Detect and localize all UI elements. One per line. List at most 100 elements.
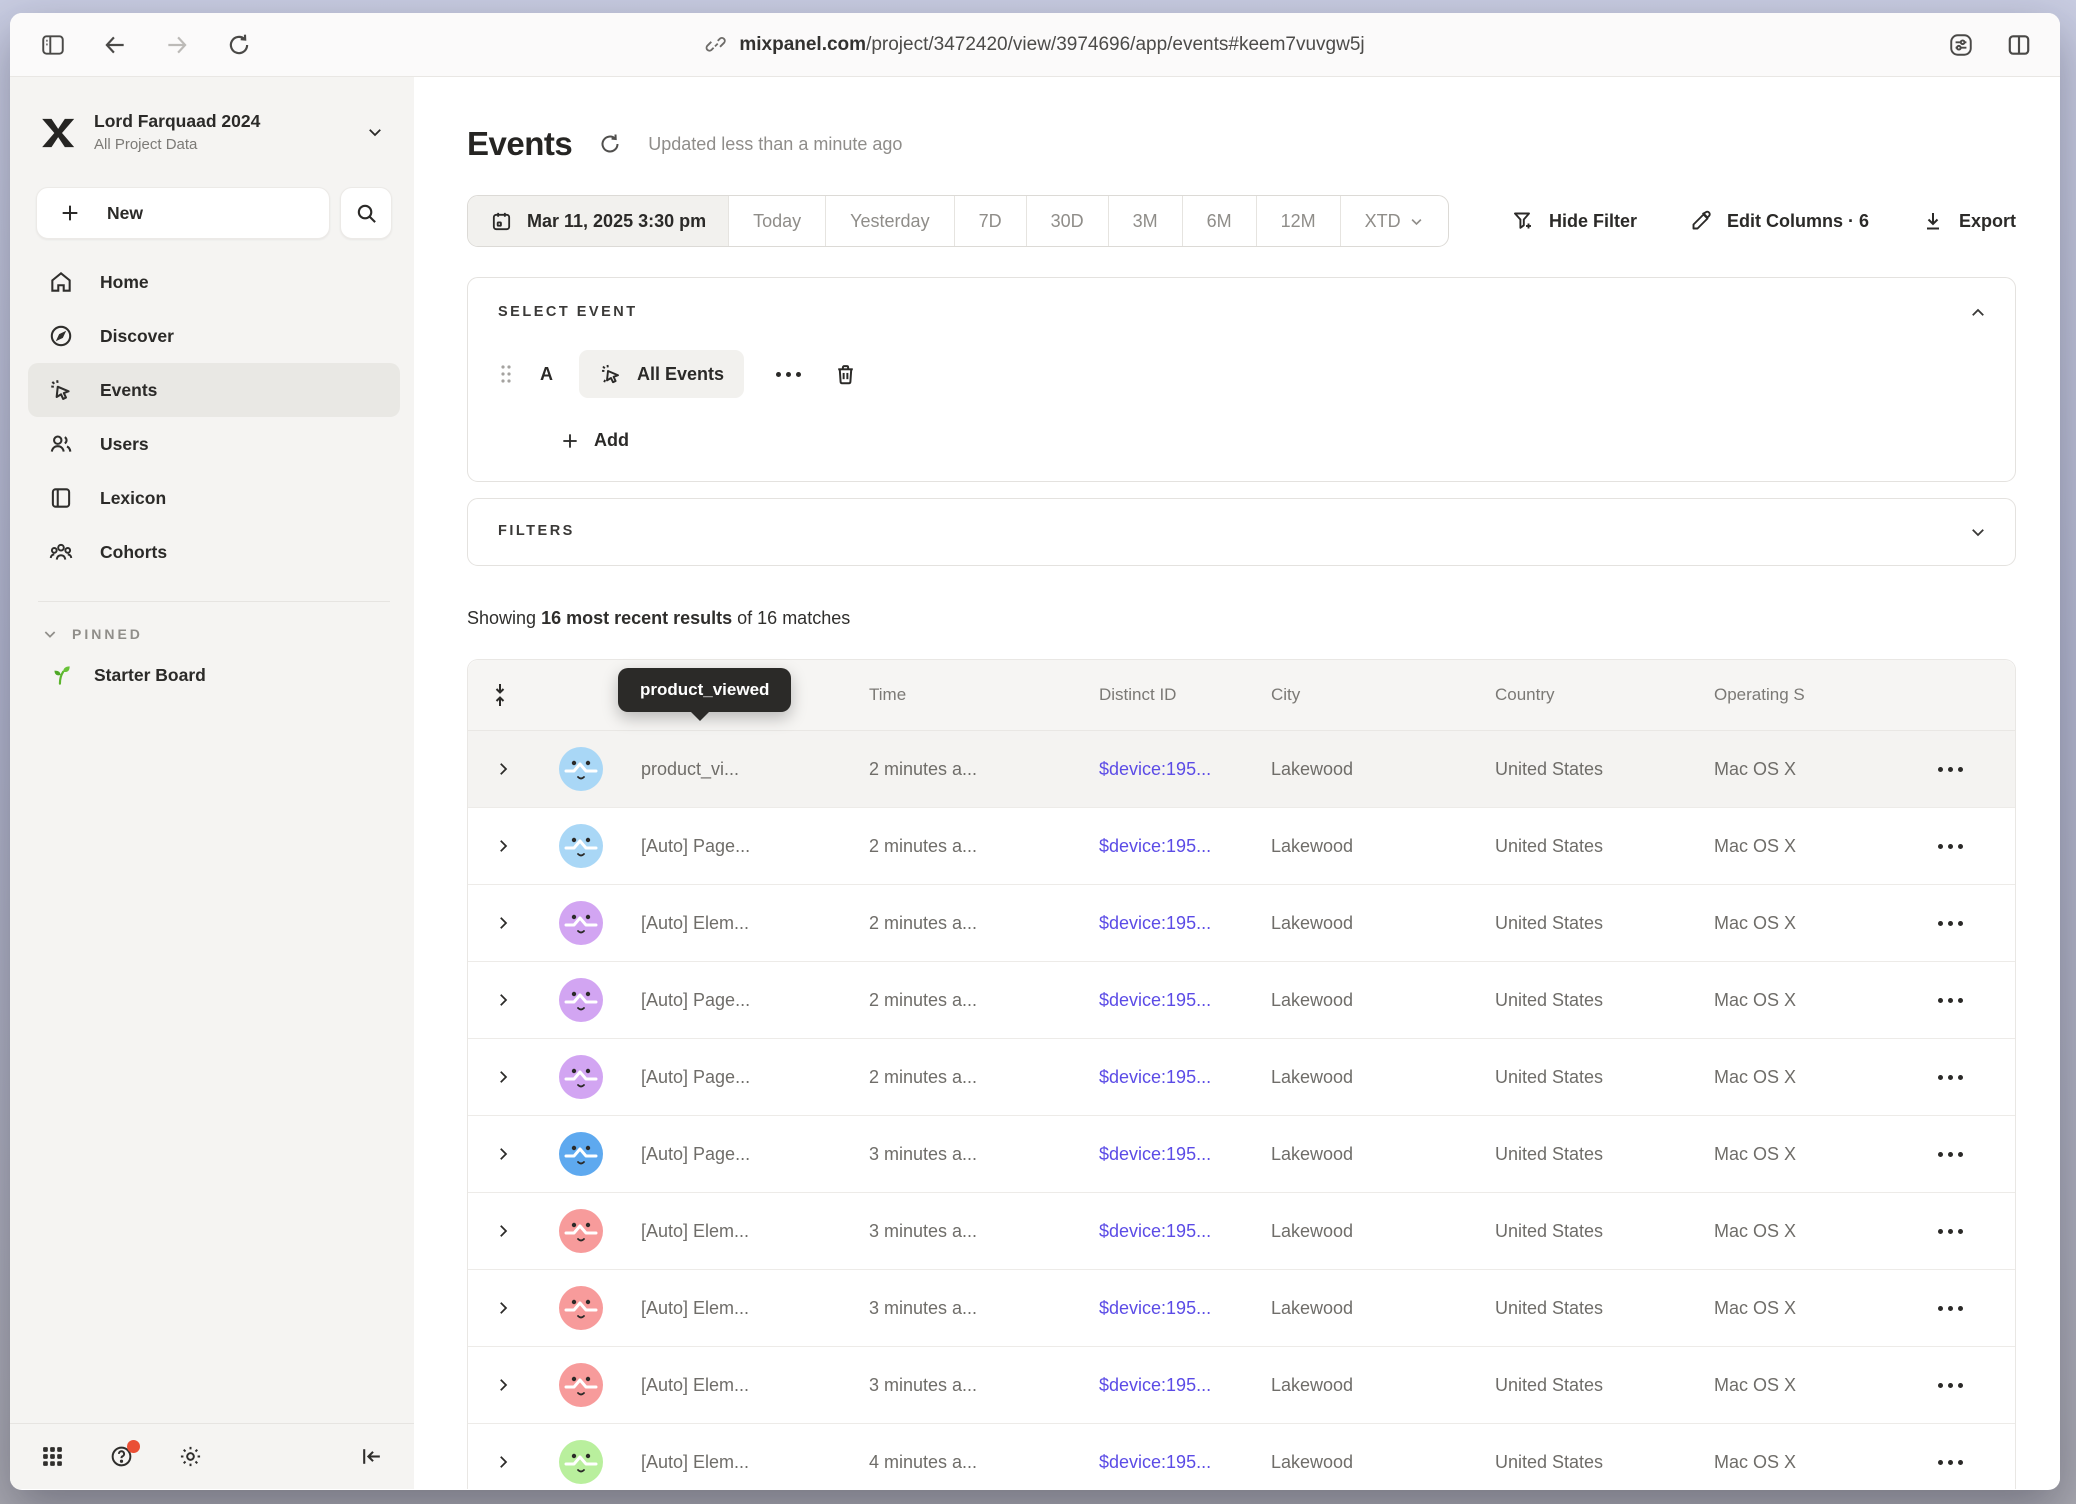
back-icon[interactable] xyxy=(102,32,128,58)
range-yesterday[interactable]: Yesterday xyxy=(825,196,953,246)
column-header-city[interactable]: City xyxy=(1271,685,1495,705)
forward-icon[interactable] xyxy=(164,32,190,58)
cell-distinct-id[interactable]: $device:195... xyxy=(1099,1375,1271,1396)
cell-distinct-id[interactable]: $device:195... xyxy=(1099,913,1271,934)
cell-distinct-id[interactable]: $device:195... xyxy=(1099,1298,1271,1319)
row-menu-icon[interactable] xyxy=(1932,1300,1969,1317)
row-menu-icon[interactable] xyxy=(1932,1069,1969,1086)
cell-distinct-id[interactable]: $device:195... xyxy=(1099,1452,1271,1473)
table-row[interactable]: [Auto] Elem... 3 minutes a... $device:19… xyxy=(468,1347,2015,1424)
sidebar-item-lexicon[interactable]: Lexicon xyxy=(28,471,400,525)
row-menu-icon[interactable] xyxy=(1932,1146,1969,1163)
range-6m[interactable]: 6M xyxy=(1182,196,1256,246)
sidebar-item-cohorts[interactable]: Cohorts xyxy=(28,525,400,579)
event-avatar xyxy=(559,824,603,868)
event-avatar xyxy=(559,901,603,945)
row-menu-icon[interactable] xyxy=(1932,1454,1969,1471)
column-header-time[interactable]: Time xyxy=(869,685,1099,705)
column-header-distinct-id[interactable]: Distinct ID xyxy=(1099,685,1271,705)
column-header-os[interactable]: Operating S xyxy=(1714,685,1883,705)
export-button[interactable]: Export xyxy=(1921,209,2016,233)
sidebar-item-users[interactable]: Users xyxy=(28,417,400,471)
chevron-right-icon[interactable] xyxy=(494,760,512,778)
range-12m[interactable]: 12M xyxy=(1256,196,1340,246)
row-menu-icon[interactable] xyxy=(1932,838,1969,855)
new-button-label: New xyxy=(107,203,143,224)
range-today[interactable]: Today xyxy=(728,196,825,246)
range-3m[interactable]: 3M xyxy=(1108,196,1182,246)
new-button[interactable]: New xyxy=(36,187,330,239)
chevron-right-icon[interactable] xyxy=(494,1145,512,1163)
row-menu-icon[interactable] xyxy=(1932,992,1969,1009)
browser-window: mixpanel.com/project/3472420/view/397469… xyxy=(10,13,2060,1490)
chevron-right-icon[interactable] xyxy=(494,914,512,932)
chevron-right-icon[interactable] xyxy=(494,1068,512,1086)
chevron-right-icon[interactable] xyxy=(494,1299,512,1317)
updated-status: Updated less than a minute ago xyxy=(648,134,902,155)
hide-filter-button[interactable]: Hide Filter xyxy=(1511,209,1637,233)
table-row[interactable]: [Auto] Page... 3 minutes a... $device:19… xyxy=(468,1116,2015,1193)
drag-handle-icon[interactable] xyxy=(498,362,514,386)
cell-distinct-id[interactable]: $device:195... xyxy=(1099,1221,1271,1242)
table-row[interactable]: product_vi... 2 minutes a... $device:195… xyxy=(468,731,2015,808)
collapse-sidebar-icon[interactable] xyxy=(359,1444,384,1469)
refresh-icon[interactable] xyxy=(598,132,622,156)
select-event-title: SELECT EVENT xyxy=(498,304,1985,320)
chevron-right-icon[interactable] xyxy=(494,1376,512,1394)
sidebar-item-label: Lexicon xyxy=(100,488,166,509)
row-menu-icon[interactable] xyxy=(1932,915,1969,932)
sidebar-item-discover[interactable]: Discover xyxy=(28,309,400,363)
cell-distinct-id[interactable]: $device:195... xyxy=(1099,759,1271,780)
range-xtd[interactable]: XTD xyxy=(1340,196,1448,246)
chevron-right-icon[interactable] xyxy=(494,837,512,855)
cell-time: 3 minutes a... xyxy=(869,1298,1099,1319)
range-30d[interactable]: 30D xyxy=(1026,196,1108,246)
row-menu-icon[interactable] xyxy=(1932,1377,1969,1394)
chevron-down-icon[interactable] xyxy=(1969,523,1987,541)
split-view-icon[interactable] xyxy=(2006,32,2032,58)
cell-distinct-id[interactable]: $device:195... xyxy=(1099,990,1271,1011)
apps-grid-icon[interactable] xyxy=(40,1444,65,1469)
chevron-right-icon[interactable] xyxy=(494,1222,512,1240)
settings-gear-icon[interactable] xyxy=(178,1444,203,1469)
table-row[interactable]: [Auto] Elem... 4 minutes a... $device:19… xyxy=(468,1424,2015,1489)
cell-distinct-id[interactable]: $device:195... xyxy=(1099,1144,1271,1165)
browser-settings-icon[interactable] xyxy=(1948,32,1974,58)
table-row[interactable]: [Auto] Elem... 3 minutes a... $device:19… xyxy=(468,1193,2015,1270)
edit-columns-button[interactable]: Edit Columns · 6 xyxy=(1689,209,1869,233)
project-switcher[interactable]: Lord Farquaad 2024 All Project Data xyxy=(28,103,400,161)
cell-event-name: [Auto] Page... xyxy=(641,990,869,1011)
search-button[interactable] xyxy=(340,187,392,239)
event-selector-chip[interactable]: All Events xyxy=(579,350,744,398)
help-icon[interactable] xyxy=(109,1444,134,1469)
chevron-up-icon[interactable] xyxy=(1969,304,1987,322)
sidebar-toggle-icon[interactable] xyxy=(40,32,66,58)
row-menu-icon[interactable] xyxy=(1932,1223,1969,1240)
sidebar-item-home[interactable]: Home xyxy=(28,255,400,309)
sidebar-item-starter-board[interactable]: Starter Board xyxy=(28,648,400,702)
sidebar-item-events[interactable]: Events xyxy=(28,363,400,417)
date-range-control: Mar 11, 2025 3:30 pm Today Yesterday 7D … xyxy=(467,195,1449,247)
table-row[interactable]: [Auto] Page... 2 minutes a... $device:19… xyxy=(468,962,2015,1039)
collapse-rows-icon[interactable] xyxy=(493,682,513,708)
add-event-button[interactable]: Add xyxy=(560,430,629,451)
column-header-country[interactable]: Country xyxy=(1495,685,1714,705)
table-row[interactable]: [Auto] Elem... 3 minutes a... $device:19… xyxy=(468,1270,2015,1347)
chevron-right-icon[interactable] xyxy=(494,991,512,1009)
reload-icon[interactable] xyxy=(226,32,252,58)
plus-icon xyxy=(59,202,81,224)
cell-distinct-id[interactable]: $device:195... xyxy=(1099,1067,1271,1088)
pinned-section-header[interactable]: PINNED xyxy=(42,626,390,642)
chevron-right-icon[interactable] xyxy=(494,1453,512,1471)
date-picker-button[interactable]: Mar 11, 2025 3:30 pm xyxy=(468,196,728,246)
table-row[interactable]: [Auto] Page... 2 minutes a... $device:19… xyxy=(468,1039,2015,1116)
table-row[interactable]: [Auto] Page... 2 minutes a... $device:19… xyxy=(468,808,2015,885)
row-menu-icon[interactable] xyxy=(1932,761,1969,778)
range-7d[interactable]: 7D xyxy=(954,196,1026,246)
cell-city: Lakewood xyxy=(1271,990,1495,1011)
more-options-icon[interactable] xyxy=(770,366,807,383)
table-row[interactable]: [Auto] Elem... 2 minutes a... $device:19… xyxy=(468,885,2015,962)
trash-icon[interactable] xyxy=(833,362,858,387)
cell-distinct-id[interactable]: $device:195... xyxy=(1099,836,1271,857)
url-bar[interactable]: mixpanel.com/project/3472420/view/397469… xyxy=(705,13,1364,77)
